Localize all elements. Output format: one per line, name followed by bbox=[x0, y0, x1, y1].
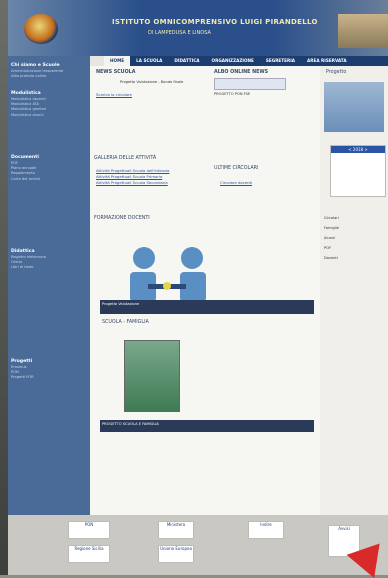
sidebar-heading: Didattica bbox=[11, 249, 35, 254]
nav-segreteria[interactable]: SEGRETERIA bbox=[260, 56, 301, 66]
gallery-link[interactable]: Attività Progettuali Scuola Primaria bbox=[96, 174, 162, 179]
sidebar-item[interactable]: Albo pretorio online bbox=[11, 74, 87, 79]
news-item[interactable]: Progetto Valutazione - Bando finale bbox=[120, 80, 183, 84]
sidebar-section: Documenti POF Piano annuale Regolamento … bbox=[8, 152, 90, 182]
nav-home[interactable]: HOME bbox=[104, 56, 131, 66]
sidebar-item[interactable]: Progetti POR bbox=[11, 375, 87, 380]
monitor-bezel bbox=[0, 0, 8, 575]
famiglia-title: SCUOLA - FAMIGLIA bbox=[102, 320, 149, 325]
footer-logos: PON Ministero Indire Regione Sicilia Uni… bbox=[8, 515, 388, 575]
circolari-link[interactable]: Circolare docenti bbox=[220, 180, 252, 185]
main-nav: HOME LA SCUOLA DIDATTICA ORGANIZZAZIONE … bbox=[104, 56, 388, 66]
sidebar-item[interactable]: Carta dei servizi bbox=[11, 177, 87, 182]
browser-screen: ISTITUTO OMNICOMPRENSIVO LUIGI PIRANDELL… bbox=[8, 0, 388, 575]
sidebar-heading: Chi siamo e Scuole bbox=[11, 63, 60, 68]
famiglia-image[interactable] bbox=[124, 340, 180, 412]
school-logo[interactable] bbox=[24, 14, 58, 44]
site-title: ISTITUTO OMNICOMPRENSIVO LUIGI PIRANDELL… bbox=[112, 18, 318, 26]
nav-area-riservata[interactable]: AREA RISERVATA bbox=[301, 56, 353, 66]
gallery-title: GALLERIA DELLE ATTIVITÀ bbox=[94, 156, 157, 161]
project-image[interactable] bbox=[324, 82, 384, 132]
news-link[interactable]: Scarica la circolare bbox=[96, 92, 132, 97]
news-title: NEWS SCUOLA bbox=[96, 70, 136, 75]
sidebar-section: Modulistica Modulistica docenti Modulist… bbox=[8, 88, 90, 118]
albo-title: ALBO ONLINE NEWS bbox=[214, 70, 269, 75]
sidebar-item[interactable]: Modulistica alunni bbox=[11, 113, 87, 118]
nav-la-scuola[interactable]: LA SCUOLA bbox=[130, 56, 168, 66]
footer-logo[interactable]: Unione Europea bbox=[158, 545, 194, 563]
pon-banner[interactable] bbox=[214, 78, 286, 90]
calendar-title: < 2018 > bbox=[331, 146, 385, 153]
gallery-link[interactable]: Attività Progettuali Scuola Secondaria bbox=[96, 180, 168, 185]
sidebar-section: Chi siamo e Scuole Amministrazione trasp… bbox=[8, 60, 90, 79]
right-item[interactable]: Docenti bbox=[324, 256, 338, 260]
sidebar-item[interactable]: Libri di testo bbox=[11, 265, 87, 270]
albo-text: PROGETTO PON FSE bbox=[214, 92, 251, 96]
right-item[interactable]: Alunni bbox=[324, 236, 335, 240]
right-item[interactable]: Famiglie bbox=[324, 226, 339, 230]
circolari-title: ULTIME CIRCOLARI bbox=[214, 166, 259, 171]
right-column: Progetto Circolari Famiglie Alunni POF D… bbox=[320, 66, 388, 526]
calendar-widget[interactable]: < 2018 > bbox=[330, 145, 386, 197]
footer-logo[interactable]: Regione Sicilia bbox=[68, 545, 110, 563]
right-item[interactable]: POF bbox=[324, 246, 331, 250]
nav-didattica[interactable]: DIDATTICA bbox=[168, 56, 205, 66]
formazione-title: FORMAZIONE DOCENTI bbox=[94, 216, 150, 221]
site-subtitle: DI LAMPEDUSA E LINOSA bbox=[148, 30, 211, 36]
formazione-caption[interactable]: Progetto Valutazione bbox=[100, 300, 314, 314]
left-sidebar: Chi siamo e Scuole Amministrazione trasp… bbox=[8, 56, 90, 526]
header-photo bbox=[338, 14, 388, 48]
right-item[interactable]: Circolari bbox=[324, 216, 339, 220]
sidebar-section: Progetti Erasmus PON Progetti POR bbox=[8, 356, 90, 381]
footer-logo[interactable]: Indire bbox=[248, 521, 284, 539]
sidebar-heading: Documenti bbox=[11, 155, 39, 160]
right-title: Progetto bbox=[326, 70, 347, 75]
gallery-link[interactable]: Attività Progettuali Scuola dell'Infanzi… bbox=[96, 168, 169, 173]
famiglia-caption[interactable]: PROGETTO SCUOLA E FAMIGLIA bbox=[100, 420, 314, 432]
nav-organizzazione[interactable]: ORGANIZZAZIONE bbox=[206, 56, 260, 66]
sidebar-section: Didattica Registro elettronico Orario Li… bbox=[8, 246, 90, 271]
sidebar-heading: Modulistica bbox=[11, 91, 41, 96]
footer-logo[interactable]: PON bbox=[68, 521, 110, 539]
sidebar-heading: Progetti bbox=[11, 359, 33, 364]
site-header: ISTITUTO OMNICOMPRENSIVO LUIGI PIRANDELL… bbox=[8, 0, 388, 56]
footer-logo[interactable]: Ministero bbox=[158, 521, 194, 539]
